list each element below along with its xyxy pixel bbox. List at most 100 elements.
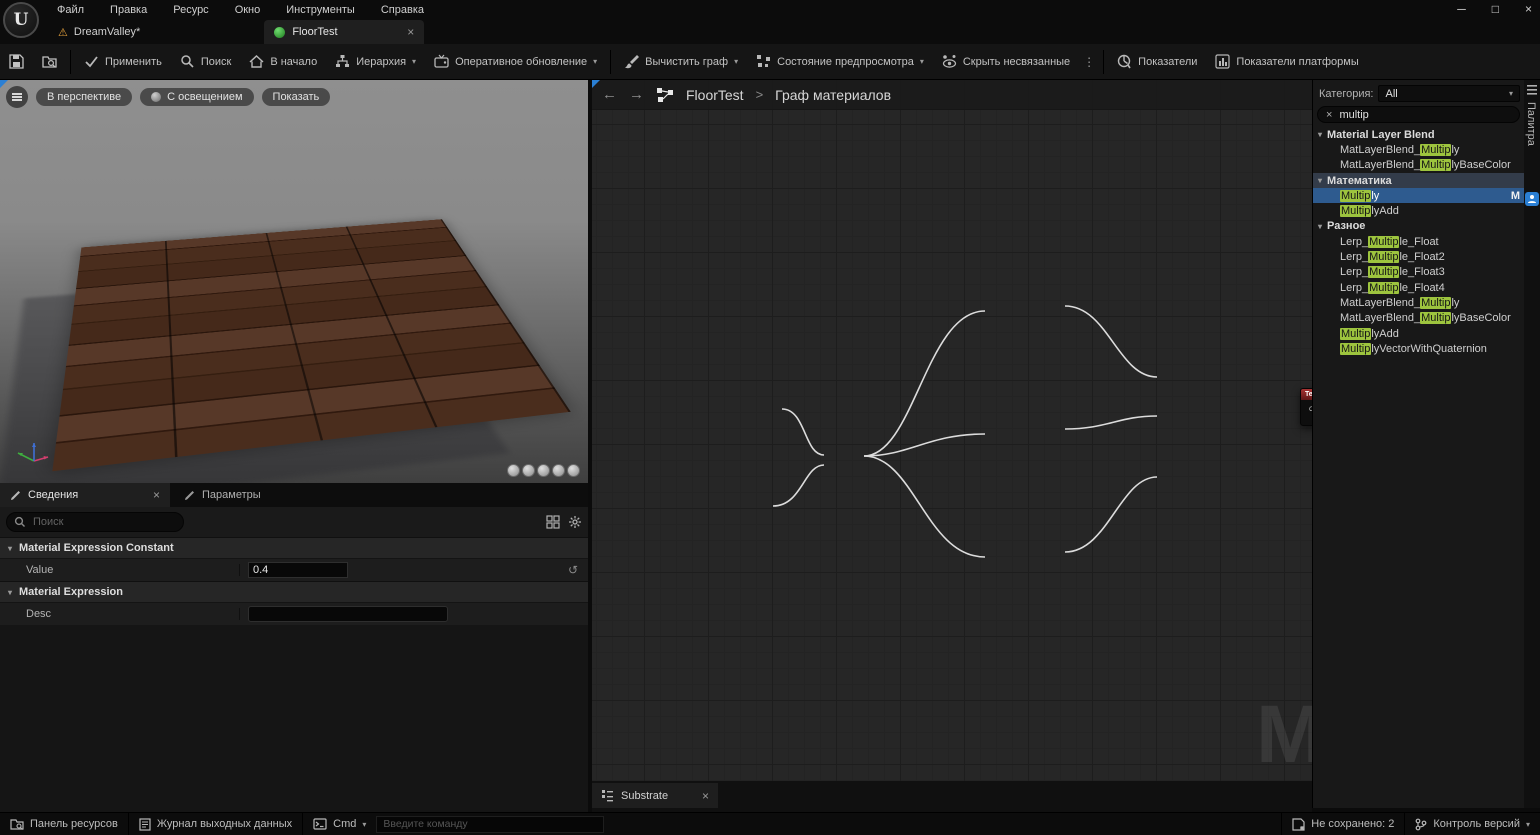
tutorial-person-button[interactable] <box>1525 192 1539 206</box>
content-drawer-label: Панель ресурсов <box>30 818 118 830</box>
value-input[interactable] <box>248 562 348 578</box>
revision-control-button[interactable]: Контроль версий ▾ <box>1405 813 1540 835</box>
output-log-button[interactable]: Журнал выходных данных <box>129 813 302 835</box>
chevron-down-icon: ▾ <box>1526 820 1530 829</box>
maximize-button[interactable]: □ <box>1492 0 1499 20</box>
palette-item[interactable]: Lerp_Multiple_Float3 <box>1313 265 1524 280</box>
palette-item-selected[interactable]: MultiplyM <box>1313 188 1524 203</box>
unsaved-button[interactable]: Не сохранено: 2 <box>1282 813 1404 835</box>
toolbar-separator <box>70 50 71 74</box>
palette-item[interactable]: MultiplyAdd <box>1313 326 1524 341</box>
hide-unrelated-button[interactable]: Скрыть несвязанные <box>933 49 1079 75</box>
title-bar: U Файл Правка Ресурс Окно Инструменты Сп… <box>0 0 1540 44</box>
breadcrumb-page[interactable]: Граф материалов <box>775 87 891 103</box>
stats-icon <box>1117 54 1132 69</box>
forward-icon[interactable]: → <box>629 86 644 103</box>
clear-search-icon[interactable]: × <box>1326 109 1332 121</box>
menu-asset[interactable]: Ресурс <box>160 0 221 20</box>
nodes-icon <box>756 54 771 69</box>
section-material-expression[interactable]: ▾ Material Expression <box>0 581 588 602</box>
hierarchy-button[interactable]: Иерархия ▾ <box>326 49 425 75</box>
palette-item[interactable]: Lerp_Multiple_Float4 <box>1313 280 1524 295</box>
palette-item[interactable]: MultiplyVectorWithQuaternion <box>1313 341 1524 356</box>
palette-item[interactable]: Lerp_Multiple_Float <box>1313 234 1524 249</box>
preview-plane-button[interactable] <box>552 464 565 477</box>
viewport-menu-button[interactable] <box>6 86 28 108</box>
grid-view-icon[interactable] <box>546 515 560 529</box>
show-button[interactable]: Показать <box>262 88 331 106</box>
stats-button[interactable]: Показатели <box>1108 49 1206 75</box>
tab-substrate[interactable]: Substrate × <box>592 783 718 808</box>
menu-window[interactable]: Окно <box>222 0 274 20</box>
search-icon <box>180 54 195 69</box>
unsaved-label: Не сохранено: 2 <box>1311 818 1394 830</box>
lit-mode-button[interactable]: С освещением <box>140 88 253 106</box>
value-property-row: Value ↺ <box>0 558 588 581</box>
palette-item[interactable]: MatLayerBlend_MultiplyBaseColor <box>1313 158 1524 173</box>
palette-category-material-layer-blend[interactable]: ▾Material Layer Blend <box>1313 127 1524 142</box>
apply-button[interactable]: Применить <box>75 49 171 75</box>
palette-side-tab[interactable]: Палитра <box>1525 102 1537 146</box>
palette-search-box[interactable]: × <box>1317 106 1520 123</box>
platform-stats-icon <box>1215 54 1230 69</box>
minimize-button[interactable]: ─ <box>1457 0 1466 20</box>
gear-icon[interactable] <box>568 515 582 529</box>
details-tab-bar: Сведения × Параметры <box>0 483 588 507</box>
preview-cylinder-button[interactable] <box>507 464 520 477</box>
tab-project[interactable]: ⚠ DreamValley* <box>44 20 154 44</box>
palette-item[interactable]: MultiplyAdd <box>1313 203 1524 218</box>
palette-item[interactable]: MatLayerBlend_Multiply <box>1313 142 1524 157</box>
preview-custom-mesh-button[interactable] <box>567 464 580 477</box>
tab-floortest[interactable]: FloorTest × <box>264 20 424 44</box>
live-update-button[interactable]: Оперативное обновление ▾ <box>425 49 606 75</box>
category-dropdown[interactable]: All ▾ <box>1378 85 1520 102</box>
preview-state-button[interactable]: Состояние предпросмотра ▾ <box>747 49 933 75</box>
check-icon <box>84 54 99 69</box>
palette-search-input[interactable] <box>1339 109 1489 121</box>
back-icon[interactable]: ← <box>602 86 617 103</box>
section-material-expression-constant[interactable]: ▾ Material Expression Constant <box>0 537 588 558</box>
browse-asset-button[interactable] <box>33 49 66 75</box>
search-label: Поиск <box>201 56 231 68</box>
details-search-input[interactable] <box>6 512 184 532</box>
close-button[interactable]: × <box>1525 0 1532 20</box>
tab-parameters[interactable]: Параметры <box>174 483 271 507</box>
details-tab-close-icon[interactable]: × <box>153 488 160 502</box>
palette-item[interactable]: MatLayerBlend_MultiplyBaseColor <box>1313 311 1524 326</box>
platform-stats-button[interactable]: Показатели платформы <box>1206 49 1367 75</box>
clean-graph-button[interactable]: Вычистить граф ▾ <box>615 49 747 75</box>
console-command-input[interactable] <box>376 816 604 833</box>
more-options-icon[interactable]: ⋮ <box>1079 55 1099 69</box>
breadcrumb-asset[interactable]: FloorTest <box>686 87 744 103</box>
project-tab-label: DreamValley* <box>74 26 140 38</box>
palette-item[interactable]: MatLayerBlend_Multiply <box>1313 295 1524 310</box>
perspective-button[interactable]: В перспективе <box>36 88 132 106</box>
tab-close-icon[interactable]: × <box>407 25 414 39</box>
hierarchy-icon <box>335 54 350 69</box>
node-texcoord[interactable]: TexCoord[0] Coordinate Index 0 ▾ <box>1300 388 1312 426</box>
search-button[interactable]: Поиск <box>171 49 240 75</box>
menu-help[interactable]: Справка <box>368 0 437 20</box>
preview-cube-button[interactable] <box>537 464 550 477</box>
content-drawer-button[interactable]: Панель ресурсов <box>0 813 128 835</box>
palette-item[interactable]: Lerp_Multiple_Float2 <box>1313 249 1524 264</box>
palette-category-math[interactable]: ▾Математика <box>1313 173 1524 188</box>
palette-category-misc[interactable]: ▾Разное <box>1313 219 1524 234</box>
menu-tools[interactable]: Инструменты <box>273 0 368 20</box>
preview-viewport[interactable]: В перспективе С освещением Показать <box>0 80 588 483</box>
reset-to-default-icon[interactable]: ↺ <box>568 563 578 577</box>
desc-input[interactable] <box>248 606 448 622</box>
home-button[interactable]: В начало <box>240 49 326 75</box>
substrate-tab-close-icon[interactable]: × <box>702 789 709 803</box>
stats-label: Показатели <box>1138 56 1197 68</box>
brush-icon <box>624 54 639 69</box>
save-button[interactable] <box>0 49 33 75</box>
material-graph-canvas[interactable]: ← → FloorTest > Граф материалов M TexCoo… <box>592 80 1312 781</box>
menu-edit[interactable]: Правка <box>97 0 160 20</box>
menu-file[interactable]: Файл <box>44 0 97 20</box>
collapse-triangle-icon: ▾ <box>8 588 12 597</box>
preview-shape-buttons <box>507 464 580 477</box>
cmd-dropdown[interactable]: Cmd ▾ <box>303 813 376 835</box>
tab-details[interactable]: Сведения × <box>0 483 170 507</box>
preview-sphere-button[interactable] <box>522 464 535 477</box>
